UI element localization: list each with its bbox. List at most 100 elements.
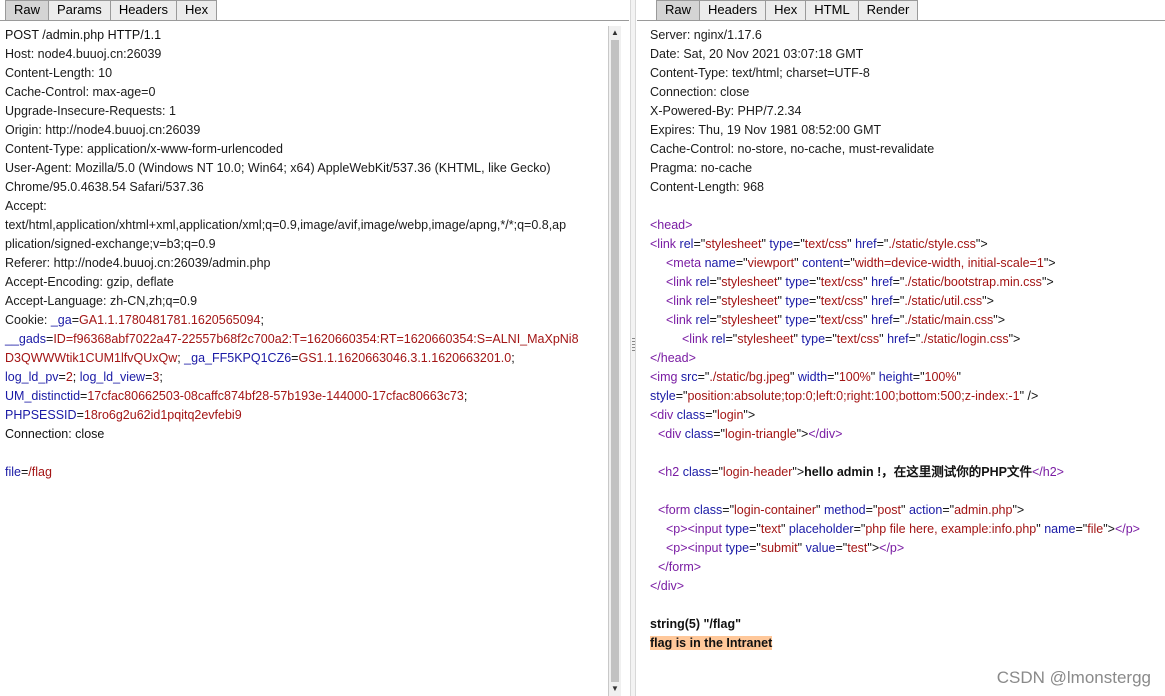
html-attr-value: ./static/style.css bbox=[888, 237, 976, 251]
html-punct: =" bbox=[709, 313, 722, 327]
request-header-line: Upgrade-Insecure-Requests: 1 bbox=[5, 104, 176, 118]
html-attr-value: ./static/bg.jpeg bbox=[709, 370, 790, 384]
cookie-label: Cookie: bbox=[5, 313, 51, 327]
html-source-line: <div class="login-triangle"></div> bbox=[650, 425, 1162, 444]
html-source-line: </head> bbox=[650, 349, 1162, 368]
html-attr-value: viewport bbox=[747, 256, 795, 270]
html-source-line: <head> bbox=[650, 216, 1162, 235]
right-tab-raw[interactable]: Raw bbox=[656, 0, 701, 20]
html-attr-name: href bbox=[887, 332, 909, 346]
html-source-line: <p><input type="text" placeholder="php f… bbox=[650, 520, 1162, 539]
html-punct: =" bbox=[693, 237, 706, 251]
response-viewer[interactable]: Server: nginx/1.17.6 Date: Sat, 20 Nov 20… bbox=[650, 26, 1162, 653]
response-header-line: Pragma: no-cache bbox=[650, 161, 753, 175]
body-param-value: /flag bbox=[28, 465, 52, 479]
html-attr-name: style bbox=[650, 389, 676, 403]
request-editor[interactable]: POST /admin.php HTTP/1.1 Host: node4.buuo… bbox=[5, 26, 605, 482]
html-attr-name: type bbox=[785, 313, 810, 327]
right-tab-hex[interactable]: Hex bbox=[765, 0, 807, 20]
left-tab-headers[interactable]: Headers bbox=[109, 0, 177, 20]
html-attr-name: content bbox=[802, 256, 844, 270]
html-punct: =" bbox=[876, 237, 889, 251]
html-punct: " bbox=[797, 541, 806, 555]
html-attr-value: text/css bbox=[820, 313, 864, 327]
cookie-value: GA1.1.1780481781.1620565094 bbox=[79, 313, 261, 327]
php-output-line: flag is in the Intranet bbox=[650, 634, 1162, 653]
html-tag: <link bbox=[666, 313, 696, 327]
html-punct: =" bbox=[1075, 522, 1088, 536]
html-attr-value: 100% bbox=[924, 370, 957, 384]
response-header-line: X-Powered-By: PHP/7.2.34 bbox=[650, 104, 802, 118]
html-attr-name: rel bbox=[695, 313, 710, 327]
html-tag: </p> bbox=[879, 541, 905, 555]
html-attr-value: test bbox=[847, 541, 868, 555]
html-punct: "> bbox=[1041, 275, 1054, 289]
html-tag: </h2> bbox=[1031, 465, 1064, 479]
html-source-line: <p><input type="submit" value="test"></p… bbox=[650, 539, 1162, 558]
left-tab-hex[interactable]: Hex bbox=[175, 0, 218, 20]
html-source-line bbox=[650, 444, 1162, 463]
html-attr-value: text/css bbox=[820, 294, 864, 308]
html-punct: =" bbox=[709, 275, 722, 289]
watermark: CSDN @lmonstergg bbox=[996, 668, 1151, 687]
html-source-line: <link rel="stylesheet" type="text/css" h… bbox=[650, 330, 1162, 349]
html-punct: =" bbox=[908, 332, 921, 346]
html-punct: " /> bbox=[1019, 389, 1039, 403]
html-punct: " bbox=[863, 275, 872, 289]
html-punct: " bbox=[879, 332, 888, 346]
html-tag: <div bbox=[658, 427, 685, 441]
right-tab-html[interactable]: HTML bbox=[805, 0, 859, 20]
request-header-line: text/html,application/xhtml+xml,applicat… bbox=[5, 218, 567, 232]
cookie-line: UM_distinctid=17cfac80662503-08caffc874b… bbox=[5, 387, 605, 406]
html-attr-name: name bbox=[1044, 522, 1076, 536]
scroll-down-icon[interactable]: ▼ bbox=[609, 683, 621, 695]
html-tag: <form bbox=[658, 503, 694, 517]
html-punct: "> bbox=[1043, 256, 1056, 270]
html-attr-value: position:absolute;top:0;left:0;right:100… bbox=[687, 389, 1020, 403]
html-attr-name: class bbox=[684, 427, 714, 441]
cookie-separator: ; bbox=[260, 313, 264, 327]
html-punct: " bbox=[863, 294, 872, 308]
right-tab-render[interactable]: Render bbox=[857, 0, 919, 20]
html-tag: <head> bbox=[650, 218, 693, 232]
html-tag: <meta bbox=[666, 256, 705, 270]
html-punct: " bbox=[816, 503, 824, 517]
html-punct: "> bbox=[982, 294, 994, 308]
html-punct: =" bbox=[892, 275, 905, 289]
cookie-name: log_ld_view bbox=[79, 370, 146, 384]
cookie-separator: ; bbox=[72, 370, 80, 384]
cookie-name: _ga_FF5KPQ1CZ6 bbox=[184, 351, 292, 365]
html-attr-value: stylesheet bbox=[737, 332, 794, 346]
html-attr-name: class bbox=[682, 465, 712, 479]
html-attr-name: src bbox=[680, 370, 698, 384]
html-attr-value: stylesheet bbox=[721, 275, 778, 289]
cookie-name: log_ld_pv bbox=[5, 370, 59, 384]
left-tab-params[interactable]: Params bbox=[48, 0, 111, 20]
html-tag: </p> bbox=[1114, 522, 1140, 536]
request-header-line: Accept-Language: zh-CN,zh;q=0.9 bbox=[5, 294, 198, 308]
cookie-name: __gads bbox=[5, 332, 47, 346]
request-header-line: Content-Length: 10 bbox=[5, 66, 113, 80]
html-attr-name: rel bbox=[679, 237, 694, 251]
response-header-line: Content-Type: text/html; charset=UTF-8 bbox=[650, 66, 870, 80]
scroll-up-icon[interactable]: ▲ bbox=[609, 27, 621, 39]
html-punct: " bbox=[956, 370, 961, 384]
scroll-thumb[interactable] bbox=[611, 40, 619, 682]
html-attr-name: width bbox=[797, 370, 828, 384]
equals-sign: = bbox=[58, 370, 66, 384]
request-header-line: Origin: http://node4.buuoj.cn:26039 bbox=[5, 123, 201, 137]
html-tag: </div> bbox=[650, 579, 685, 593]
html-punct: " bbox=[789, 370, 798, 384]
html-attr-value: post bbox=[877, 503, 902, 517]
html-punct: =" bbox=[711, 465, 723, 479]
right-tab-headers[interactable]: Headers bbox=[699, 0, 767, 20]
request-scrollbar[interactable]: ▲ ▼ bbox=[608, 26, 621, 696]
request-header-line: Content-Type: application/x-www-form-url… bbox=[5, 142, 283, 156]
html-source-line: <link rel="stylesheet" type="text/css" h… bbox=[650, 273, 1162, 292]
html-source-line: <meta name="viewport" content="width=dev… bbox=[650, 254, 1162, 273]
html-punct: "> bbox=[792, 465, 805, 479]
html-attr-value: ./static/util.css bbox=[904, 294, 983, 308]
left-tab-raw[interactable]: Raw bbox=[5, 0, 50, 20]
html-tag: </head> bbox=[650, 351, 696, 365]
